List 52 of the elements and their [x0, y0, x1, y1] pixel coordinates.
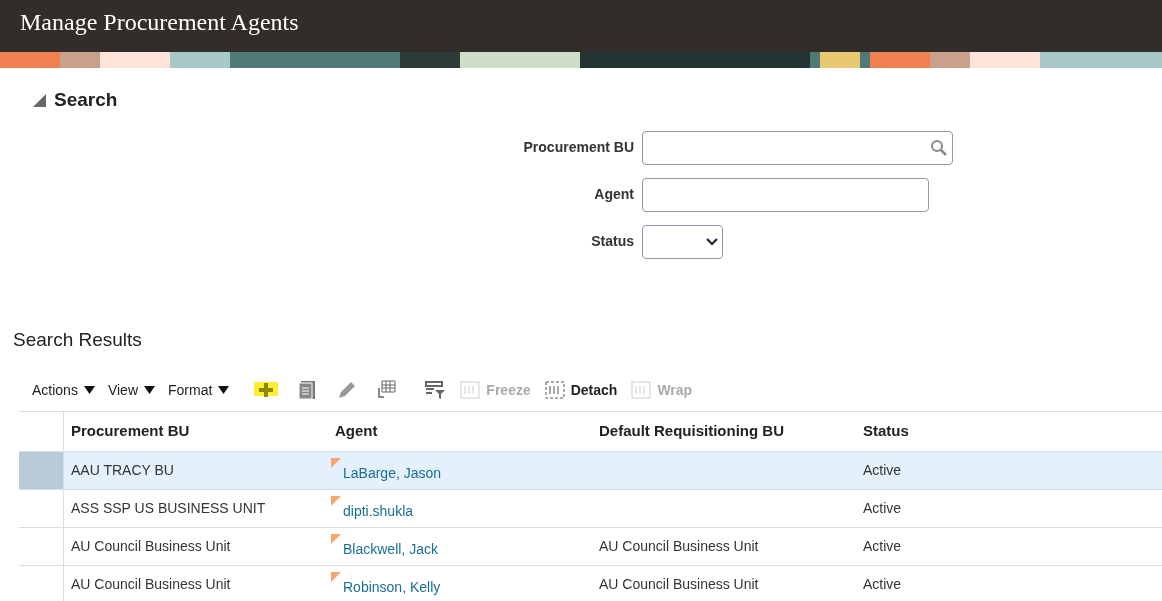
section-title: Search	[54, 88, 118, 112]
table-icon[interactable]	[376, 380, 397, 400]
menu-button[interactable]: Actions	[32, 379, 95, 401]
flag-icon	[331, 534, 341, 544]
dropdown-field[interactable]	[642, 224, 723, 259]
field-label: Procurement BU	[522, 138, 634, 157]
table-cell: Active	[863, 576, 902, 592]
agent-link[interactable]: dipti.shukla	[343, 501, 414, 522]
table-row[interactable]: AU Council Business Unit Blackwell, Jack AU Council Business Unit Active	[19, 527, 1162, 565]
menu-button[interactable]: View	[107, 379, 155, 401]
flag-icon	[331, 572, 341, 582]
page-title: Manage Procurement Agents	[20, 8, 299, 37]
search-icon[interactable]	[930, 138, 948, 157]
table-row[interactable]: ASS SSP US BUSINESS UNIT dipti.shukla Active	[19, 489, 1162, 527]
field-label: Agent	[593, 185, 634, 204]
flag-icon	[331, 458, 341, 468]
caret-icon	[218, 386, 230, 394]
menu-button[interactable]: Format	[168, 379, 230, 401]
input-field[interactable]	[642, 177, 929, 212]
add-icon[interactable]	[254, 380, 279, 400]
table-row[interactable]: AU Council Business Unit Robinson, Kelly AU Council Business Unit Active	[19, 565, 1162, 601]
agent-link[interactable]: Robinson, Kelly	[343, 577, 441, 598]
column-header[interactable]: Procurement BU	[64, 420, 328, 443]
search-field[interactable]	[642, 130, 953, 165]
table-cell: Active	[863, 500, 902, 516]
table-cell: Active	[863, 462, 902, 478]
caret-icon	[144, 386, 155, 394]
table-cell: AU Council Business Unit	[71, 538, 231, 554]
table-cell: AU Council Business Unit	[599, 576, 759, 592]
filter-table-icon[interactable]	[424, 380, 447, 400]
table-row[interactable]: AAU TRACY BU LaBarge, Jason Active	[19, 451, 1162, 489]
section-title: Search Results	[13, 327, 143, 352]
table-cell: ASS SSP US BUSINESS UNIT	[71, 500, 266, 516]
column-header[interactable]: Default Requisitioning BU	[592, 420, 856, 443]
column-header[interactable]: Status	[856, 420, 1162, 443]
toolbar-icon	[544, 381, 565, 399]
chevron-icon	[706, 237, 718, 246]
toolbar-icon	[460, 381, 481, 399]
caret-icon	[83, 386, 95, 394]
column-header[interactable]: Agent	[328, 420, 592, 443]
toolbar-icon	[631, 381, 652, 399]
field-label: Status	[590, 232, 634, 251]
toolbar-button[interactable]: Detach	[544, 379, 618, 401]
flag-icon	[331, 496, 341, 506]
table-cell: Active	[863, 538, 902, 554]
table-cell: AAU TRACY BU	[71, 462, 174, 478]
table-cell: AU Council Business Unit	[71, 576, 231, 592]
agent-link[interactable]: LaBarge, Jason	[343, 463, 442, 484]
document-icon[interactable]	[298, 380, 317, 400]
collapse-triangle-icon[interactable]	[33, 93, 46, 107]
agent-link[interactable]: Blackwell, Jack	[343, 539, 438, 560]
table-cell: AU Council Business Unit	[599, 538, 759, 554]
